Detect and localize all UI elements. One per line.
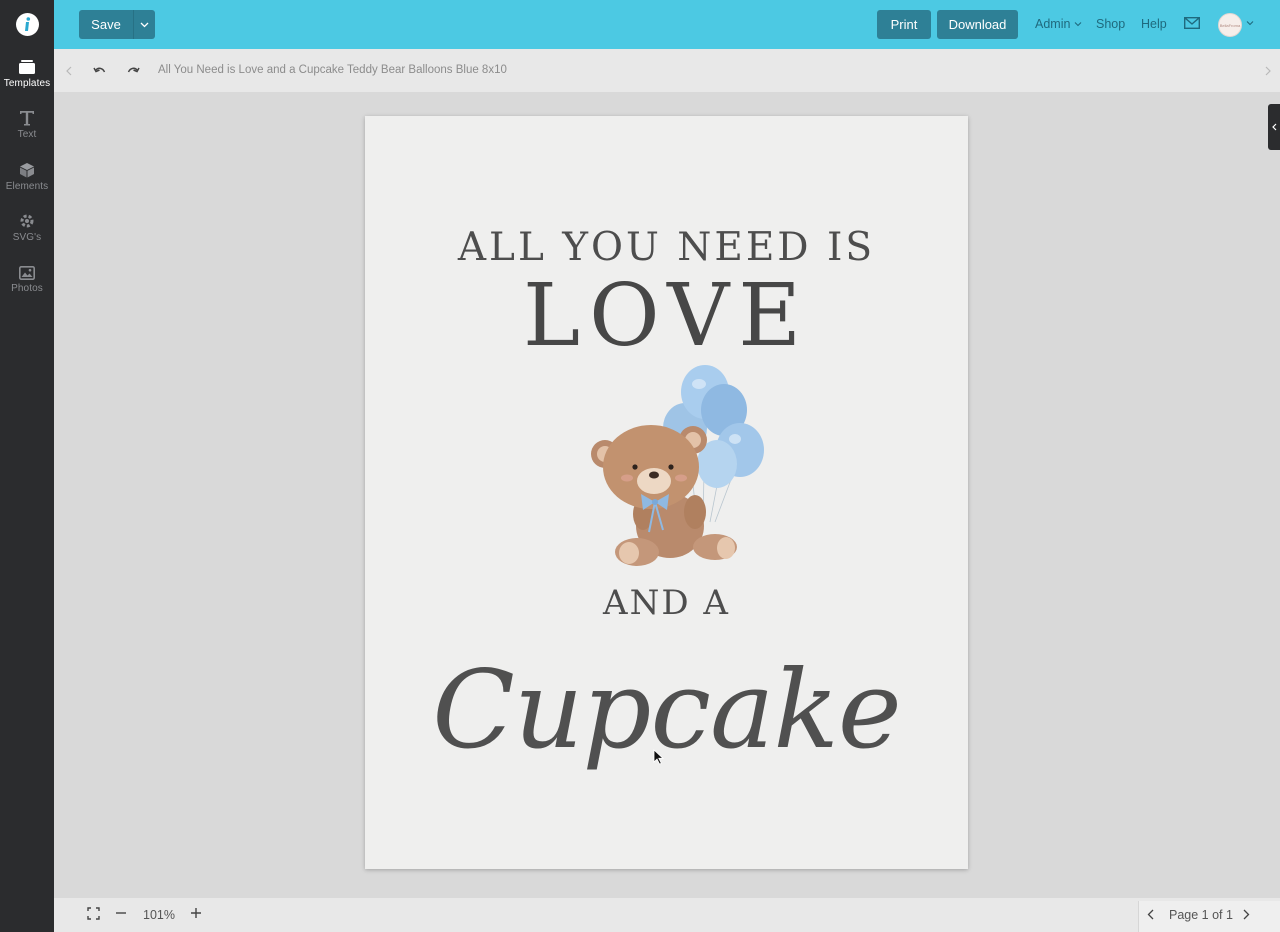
avatar-text: BellaFroma [1219,22,1241,28]
collapse-panel-tab[interactable] [1268,104,1280,150]
chevron-down-icon [1246,21,1254,26]
text-icon [20,111,34,126]
next-page-button[interactable] [1243,909,1250,920]
sidebar-item-label: Photos [11,283,43,294]
zoom-level[interactable]: 101% [143,908,175,922]
save-button-group: Save [79,10,155,39]
left-sidebar: Templates Text Elements SVG's Photos [0,0,54,932]
top-toolbar: Save Print Download Admin Shop Help Bell… [54,0,1280,49]
undo-icon [92,67,105,73]
prev-page-button[interactable] [1147,909,1154,920]
design-text-and-a[interactable]: AND A [365,583,968,623]
sidebar-item-label: SVG's [12,232,42,243]
chevron-down-icon [140,22,149,27]
document-title: All You Need is Love and a Cupcake Teddy… [158,64,507,76]
sidebar-item-label: Elements [5,181,49,192]
elements-icon [20,163,34,178]
page-indicator: Page 1 of 1 [1169,908,1233,922]
fit-screen-button[interactable] [87,907,100,920]
chevron-left-icon [1147,909,1154,920]
minus-icon [116,912,126,914]
download-button[interactable]: Download [937,10,1018,39]
panel-forward-button[interactable] [1255,59,1280,83]
chevron-right-icon [1265,66,1271,76]
chevron-left-icon [66,66,72,76]
design-text-love[interactable]: LOVE [365,266,968,366]
print-button[interactable]: Print [877,10,931,39]
panel-back-button[interactable] [56,59,82,83]
save-options-button[interactable] [133,10,155,39]
document-toolbar: All You Need is Love and a Cupcake Teddy… [54,49,1280,92]
plus-icon [191,908,201,918]
mail-icon [1184,17,1200,29]
sidebar-item-text[interactable]: Text [0,101,54,149]
redo-button[interactable] [120,59,146,83]
chevron-right-icon [1243,909,1250,920]
sidebar-item-label: Text [17,129,37,140]
design-canvas: ALL YOU NEED IS LOVE AND A Cupcake [54,92,1280,898]
bottom-toolbar: 101% Page 1 of 1 [54,898,1280,932]
zoom-out-button[interactable] [115,907,127,919]
design-text-cupcake[interactable]: Cupcake [365,648,968,773]
admin-menu[interactable]: Admin [1035,17,1082,31]
save-button[interactable]: Save [79,10,133,39]
account-menu-toggle[interactable] [1246,20,1254,26]
sidebar-item-templates[interactable]: Templates [0,50,54,98]
app-logo[interactable] [0,0,54,49]
help-link[interactable]: Help [1141,17,1167,31]
design-page[interactable]: ALL YOU NEED IS LOVE AND A Cupcake [365,116,968,869]
chevron-down-icon [1075,22,1082,27]
undo-button[interactable] [86,59,112,83]
zoom-in-button[interactable] [190,907,202,919]
sidebar-item-photos[interactable]: Photos [0,256,54,304]
sidebar-item-elements[interactable]: Elements [0,153,54,201]
photos-icon [19,266,35,280]
mouse-cursor-icon [653,749,664,765]
page-navigator: Page 1 of 1 [1138,901,1280,932]
redo-icon [127,67,140,73]
templates-icon [19,59,35,74]
messages-button[interactable] [1184,17,1200,29]
teddy-bear-balloons-image[interactable] [585,364,770,576]
fullscreen-icon [87,907,100,920]
chevron-left-icon [1271,123,1276,131]
design-text-line1[interactable]: ALL YOU NEED IS [365,225,968,270]
svgs-icon [20,214,34,228]
admin-menu-label: Admin [1035,17,1071,31]
logo-icon [15,13,39,36]
shop-link[interactable]: Shop [1096,17,1125,31]
sidebar-item-svgs[interactable]: SVG's [0,204,54,252]
user-avatar[interactable]: BellaFroma [1218,13,1242,37]
sidebar-item-label: Templates [3,77,51,89]
